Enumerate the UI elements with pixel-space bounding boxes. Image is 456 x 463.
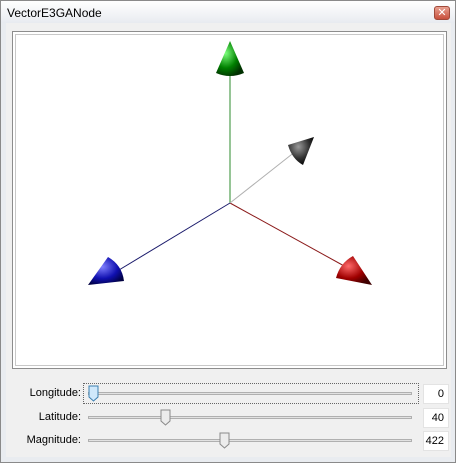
magnitude-slider-thumb[interactable] [219, 432, 230, 449]
longitude-value: 0 [423, 384, 449, 404]
3d-viewport[interactable] [15, 34, 444, 366]
vector-line [229, 150, 297, 204]
z-axis-arrowhead [88, 257, 124, 285]
magnitude-row: Magnitude: 422 [6, 430, 451, 452]
close-icon: ✕ [437, 6, 447, 19]
magnitude-slider-track[interactable] [88, 439, 412, 442]
window-title: VectorE3GANode [7, 6, 102, 20]
magnitude-value: 422 [423, 431, 449, 451]
latitude-slider-thumb[interactable] [160, 409, 171, 426]
vector-arrowhead [288, 137, 314, 165]
latitude-value: 40 [423, 408, 449, 428]
longitude-row: Longitude: 0 [6, 383, 451, 405]
client-area: Longitude: 0 Latitude: 40 Magnitude: 422 [6, 23, 451, 457]
z-axis-line [113, 202, 231, 274]
window: VectorE3GANode ✕ Longitude: 0 Latitude: … [0, 0, 456, 463]
latitude-label: Latitude: [38, 411, 81, 423]
latitude-row: Latitude: 40 [6, 407, 451, 429]
viewport-frame [12, 31, 447, 369]
title-bar: VectorE3GANode ✕ [1, 1, 455, 23]
x-axis-line [229, 202, 347, 268]
longitude-slider-thumb[interactable] [88, 385, 99, 402]
y-axis-arrowhead [216, 41, 244, 76]
magnitude-label: Magnitude: [26, 434, 81, 446]
scene-svg [88, 41, 372, 285]
longitude-slider-track[interactable] [88, 392, 412, 395]
longitude-label: Longitude: [29, 387, 81, 399]
x-axis-arrowhead [336, 256, 372, 285]
latitude-slider-track[interactable] [88, 416, 412, 419]
close-button[interactable]: ✕ [434, 6, 450, 20]
